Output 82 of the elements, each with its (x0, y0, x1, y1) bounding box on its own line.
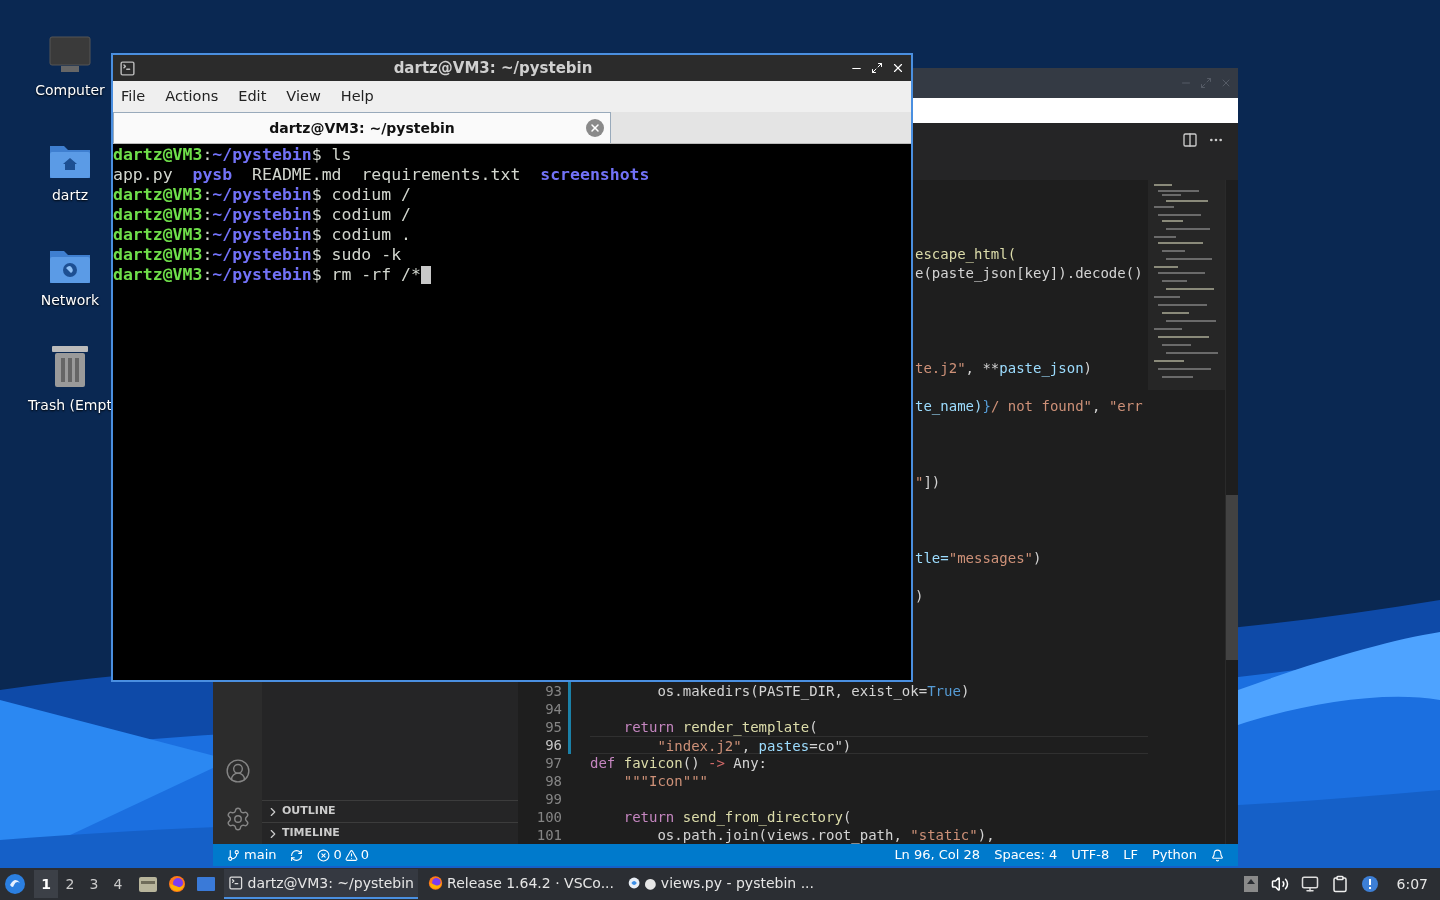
code-line: ) (915, 588, 924, 604)
code-line: "]) (915, 474, 941, 490)
settings-icon[interactable] (224, 806, 251, 832)
desktop-icon-label[interactable]: Trash (Empt (28, 395, 112, 416)
desktop-icon-label[interactable]: dartz (51, 185, 89, 206)
task-button[interactable]: ● views.py - pystebin ... (624, 869, 818, 899)
trash-icon (49, 343, 91, 389)
code-line: def favicon() -> Any: (590, 755, 768, 771)
code-line: te_name)}/ not found", "err (915, 398, 1143, 414)
code-line: e(paste_json[key]).decode() (915, 265, 1143, 281)
close-icon[interactable] (891, 61, 905, 75)
problems-indicator[interactable]: 0 0 (317, 845, 370, 865)
menu-item[interactable]: Help (340, 85, 374, 108)
line-number: 97 (544, 754, 562, 772)
network-icon[interactable] (1300, 875, 1319, 893)
maximize-icon[interactable] (871, 62, 883, 74)
terminal-tab[interactable]: dartz@VM3: ~/pystebin (113, 112, 611, 143)
line-number: 95 (544, 718, 562, 736)
start-menu-icon[interactable] (4, 873, 26, 895)
code-line: escape_html( (915, 246, 1017, 262)
desktop-icon-label[interactable]: Network (40, 290, 100, 311)
desktop-icon[interactable] (196, 876, 216, 892)
sync-icon[interactable] (290, 848, 304, 862)
prompt-line: dartz@VM3:~/pystebin$ sudo -k (113, 245, 402, 265)
clipboard-icon[interactable] (1330, 875, 1349, 893)
file-manager-icon[interactable] (138, 875, 158, 893)
code-line: return render_template( (622, 719, 818, 735)
line-number: 99 (544, 790, 562, 808)
branch-indicator[interactable]: main (227, 845, 277, 865)
branch-icon (227, 848, 240, 862)
computer-icon (49, 36, 91, 74)
status-item[interactable]: Python (1151, 845, 1197, 865)
terminal-icon (119, 59, 136, 77)
prompt-line: dartz@VM3:~/pystebin$ codium . (113, 225, 412, 245)
code-line: tle="messages") (915, 550, 1042, 566)
notification-icon[interactable] (1360, 875, 1379, 893)
prompt-line: dartz@VM3:~/pystebin$ rm -rf /* (113, 265, 421, 285)
firefox-icon (428, 874, 444, 892)
line-number: 96 (544, 736, 562, 754)
scrollbar-thumb[interactable] (1226, 495, 1238, 660)
workspace-button[interactable]: 1 (34, 870, 58, 898)
code-line: te.j2", **paste_json) (915, 360, 1093, 376)
terminal-icon (228, 875, 244, 891)
code-line: os.path.join(views.root_path, "static"), (656, 827, 995, 843)
error-icon (317, 848, 331, 862)
tab-close-button[interactable] (586, 119, 604, 137)
prompt-line: dartz@VM3:~/pystebin$ codium / (113, 205, 412, 225)
line-number: 98 (544, 772, 562, 790)
code-line: """Icon""" (622, 773, 708, 789)
volume-icon[interactable] (1270, 875, 1289, 893)
menu-item[interactable]: File (121, 85, 146, 108)
line-number: 101 (535, 826, 562, 844)
status-item[interactable]: Spaces: 4 (994, 845, 1058, 865)
workspace-button[interactable]: 2 (58, 870, 82, 898)
task-button[interactable]: dartz@VM3: ~/pystebin (224, 869, 418, 899)
desktop-icon-label[interactable]: Computer (35, 80, 105, 101)
menu-item[interactable]: View (286, 85, 321, 108)
line-number: 100 (535, 808, 562, 826)
task-button[interactable]: Release 1.64.2 · VSCo... (424, 869, 618, 899)
output-line: app.py pysb README.md requirements.txt screenshots (113, 165, 650, 184)
workspace-button[interactable]: 4 (106, 870, 130, 898)
firefox-icon (168, 875, 186, 893)
status-item[interactable]: UTF-8 (1071, 845, 1110, 865)
account-icon[interactable] (224, 758, 251, 784)
window-title: dartz@VM3: ~/pystebin (392, 57, 594, 79)
workspace-button[interactable]: 3 (82, 870, 106, 898)
panel-section-header[interactable]: OUTLINE (262, 800, 518, 822)
clock[interactable]: 6:07 (1396, 873, 1428, 895)
code-line: os.makedirs(PASTE_DIR, exist_ok=True) (656, 683, 970, 699)
menu-item[interactable]: Actions (165, 85, 219, 108)
code-line: "index.j2", pastes=co") (656, 738, 852, 754)
line-number: 93 (544, 682, 562, 700)
code-line: return send_from_directory( (622, 809, 852, 825)
line-number: 94 (544, 700, 562, 718)
prompt-line: dartz@VM3:~/pystebin$ ls (113, 145, 352, 165)
warning-icon (344, 848, 358, 862)
close-icon (589, 122, 601, 134)
menu-item[interactable]: Edit (238, 85, 267, 108)
prompt-line: dartz@VM3:~/pystebin$ codium / (113, 185, 412, 205)
status-item[interactable]: Ln 96, Col 28 (894, 845, 981, 865)
status-item[interactable]: LF (1123, 845, 1138, 865)
split-editor-icon[interactable] (1182, 132, 1198, 148)
